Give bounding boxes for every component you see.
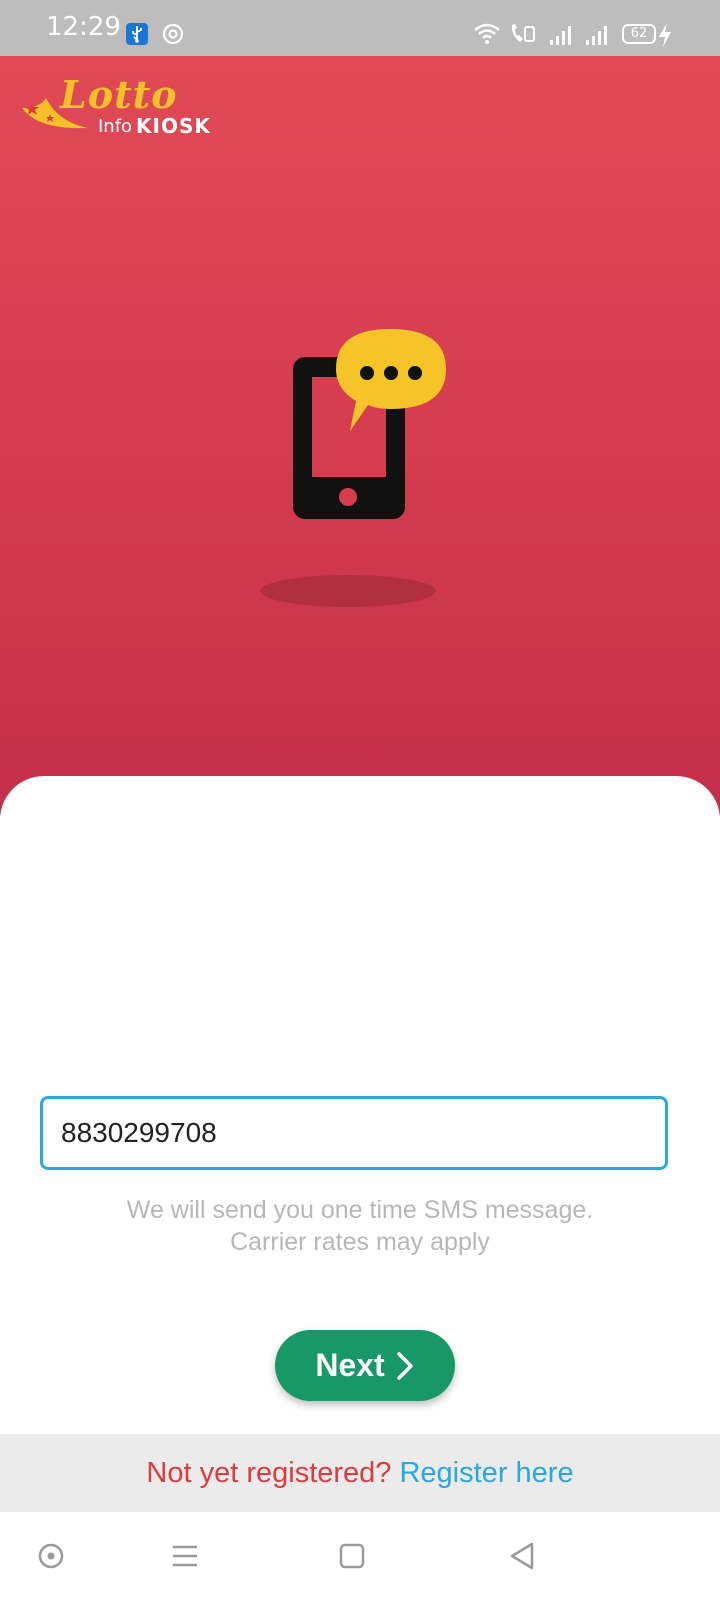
volte-call-icon — [508, 21, 536, 47]
next-button-label: Next — [315, 1347, 385, 1383]
back-triangle-icon[interactable] — [506, 1540, 538, 1572]
app-logo: Lotto Info KIOSK — [18, 72, 228, 140]
home-circle-icon[interactable] — [35, 1540, 67, 1572]
signal-icon — [548, 24, 574, 46]
sms-note-line1: We will send you one time SMS message. — [126, 1196, 594, 1224]
logo-sub-left: Info — [98, 116, 133, 137]
system-nav-bar — [0, 1512, 720, 1600]
logo-brand: Lotto — [60, 72, 178, 117]
status-time: 12:29 — [46, 12, 121, 42]
at-icon — [162, 23, 184, 45]
wifi-icon — [473, 22, 501, 46]
battery-icon: 62 — [622, 24, 656, 44]
phone-message-icon — [260, 325, 460, 615]
phone-number-input[interactable] — [40, 1096, 668, 1170]
signal-icon — [584, 24, 610, 46]
register-bar: Not yet registered? Register here — [0, 1434, 720, 1512]
charging-icon — [657, 22, 673, 48]
logo-sub-right: KIOSK — [136, 114, 211, 138]
chevron-right-icon — [396, 1351, 413, 1380]
sms-note-line2: Carrier rates may apply — [230, 1228, 490, 1256]
register-here-link[interactable]: Register here — [399, 1457, 573, 1489]
usb-icon — [126, 23, 148, 45]
sms-note: We will send you one time SMS message. C… — [0, 1194, 720, 1258]
status-bar: 12:29 62 — [0, 0, 720, 56]
home-square-icon[interactable] — [336, 1540, 368, 1572]
not-registered-text: Not yet registered? — [146, 1457, 392, 1489]
next-button[interactable]: Next — [275, 1330, 455, 1401]
recents-menu-icon[interactable] — [169, 1540, 201, 1572]
